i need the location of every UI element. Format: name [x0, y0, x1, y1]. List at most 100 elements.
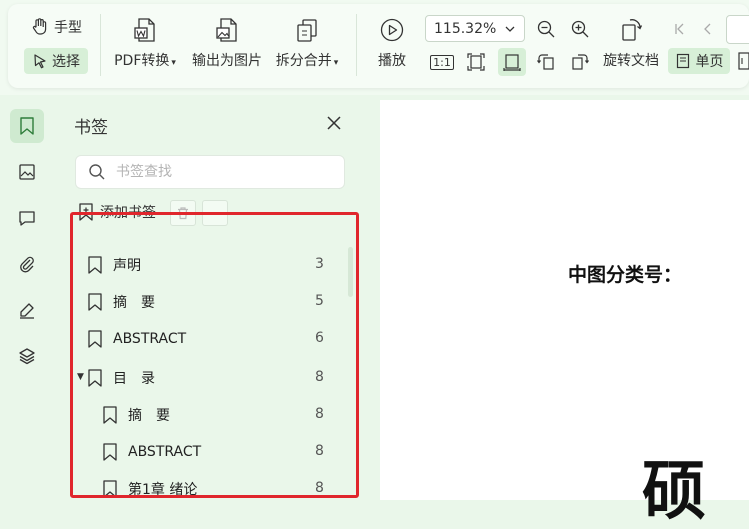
bookmark-icon — [88, 256, 102, 274]
bookmark-icon — [88, 293, 102, 311]
export-image-button[interactable]: 输出为图片 — [190, 14, 264, 70]
pdf-to-word-icon — [134, 18, 155, 42]
left-sidebar — [0, 95, 55, 500]
fit-width-icon — [503, 54, 521, 71]
document-title-char: 硕 — [642, 454, 706, 529]
image-export-icon — [216, 18, 237, 42]
layers-icon — [19, 348, 35, 365]
zoom-in-icon — [571, 20, 589, 38]
bookmark-page-number: 6 — [315, 330, 324, 346]
pdf-convert-button[interactable]: PDF转换 ▾ — [112, 14, 178, 70]
play-icon — [380, 18, 404, 42]
list-item[interactable]: ABSTRACT — [87, 327, 186, 351]
layers-panel-button[interactable] — [10, 339, 44, 373]
zoom-out-icon — [537, 20, 555, 38]
bookmark-panel-button[interactable] — [10, 109, 44, 143]
hand-tool-button[interactable]: 手型 — [30, 17, 82, 37]
add-bookmark-icon — [79, 203, 93, 221]
comment-panel-button[interactable] — [10, 201, 44, 235]
fit-page-button[interactable] — [462, 48, 490, 76]
bookmark-page-number: 5 — [315, 293, 324, 309]
bookmark-page-number: 8 — [315, 406, 324, 422]
list-item[interactable]: 摘 要 — [102, 403, 170, 427]
play-label: 播放 — [378, 53, 406, 69]
bookmark-icon — [88, 369, 102, 387]
bookmark-label: 摘 要 — [128, 408, 170, 424]
bookmark-label: ABSTRACT — [128, 444, 202, 460]
single-page-view-button[interactable]: 单页 — [668, 48, 730, 74]
list-item[interactable]: 目 录 — [87, 366, 155, 390]
pdf-convert-label: PDF转换 — [114, 53, 170, 69]
hand-tool-label: 手型 — [54, 20, 82, 36]
bookmark-option-button[interactable] — [202, 200, 228, 226]
fit-width-button[interactable] — [498, 48, 526, 76]
bookmark-search-box — [75, 155, 345, 189]
bookmark-label: 目 录 — [113, 371, 155, 387]
zoom-in-button[interactable] — [566, 15, 594, 43]
hand-icon — [32, 18, 47, 35]
actual-size-button[interactable]: 1:1 — [428, 48, 456, 76]
chevron-down-icon — [505, 26, 515, 32]
rotate-document-icon — [622, 19, 643, 41]
list-item[interactable]: ABSTRACT — [102, 440, 201, 464]
add-bookmark-label: 添加书签 — [100, 205, 156, 221]
first-page-icon — [675, 23, 684, 35]
chevron-left-icon — [704, 23, 711, 35]
toolbar-divider — [356, 14, 357, 76]
comment-icon — [19, 211, 35, 226]
bookmark-label: 摘 要 — [113, 295, 155, 311]
first-page-button[interactable] — [666, 15, 694, 43]
bookmark-icon — [88, 330, 102, 348]
thumbnail-icon — [19, 164, 35, 180]
rotate-right-button[interactable] — [566, 48, 594, 76]
rotate-left-button[interactable] — [532, 48, 560, 76]
search-icon — [89, 164, 105, 180]
bookmark-label: ABSTRACT — [113, 331, 187, 347]
bookmark-page-number: 3 — [315, 256, 324, 272]
bookmark-search-input[interactable] — [114, 163, 338, 181]
list-item[interactable]: 声明 — [87, 253, 141, 277]
thumbnail-panel-button[interactable] — [10, 155, 44, 189]
classification-number-label: 中图分类号： — [568, 264, 683, 286]
actual-size-label: 1:1 — [430, 54, 454, 70]
close-panel-button[interactable] — [324, 113, 344, 133]
zoom-select[interactable]: 115.32% — [425, 15, 525, 42]
rotate-right-icon — [572, 54, 589, 70]
trash-icon — [178, 207, 188, 220]
zoom-out-button[interactable] — [532, 15, 560, 43]
split-merge-button[interactable]: 拆分合并 ▾ — [274, 14, 340, 70]
bookmark-page-number: 8 — [315, 443, 324, 459]
toolbar: 手型 选择 PDF转换 ▾ 输出为图片 拆分合并 ▾ 播放 115.32% 旋转… — [0, 0, 749, 95]
previous-page-button[interactable] — [694, 15, 722, 43]
page-number-input[interactable] — [726, 15, 749, 44]
bookmark-icon — [20, 117, 34, 135]
select-tool-label: 选择 — [52, 54, 80, 70]
paperclip-icon — [20, 256, 34, 273]
list-item[interactable]: 第1章 绪论 — [102, 477, 197, 501]
dropdown-caret-icon: ▾ — [171, 58, 176, 68]
delete-bookmark-button[interactable] — [170, 200, 196, 226]
bookmark-icon — [103, 443, 117, 461]
attachment-panel-button[interactable] — [10, 247, 44, 281]
double-page-view-button[interactable] — [738, 52, 749, 74]
rotate-left-icon — [537, 54, 554, 70]
rotate-document-label: 旋转文档 — [603, 53, 659, 69]
list-item[interactable]: 摘 要 — [87, 290, 155, 314]
fit-page-icon — [467, 53, 485, 71]
bookmark-label: 第1章 绪论 — [128, 482, 198, 498]
signature-panel-button[interactable] — [10, 293, 44, 327]
cursor-arrow-icon — [34, 54, 46, 69]
split-merge-label: 拆分合并 — [275, 53, 332, 69]
split-merge-icon — [297, 19, 317, 42]
play-button[interactable]: 播放 — [370, 14, 414, 70]
bookmark-panel: 书签 添加书签 声明 3 摘 要 5 ABSTRACT 6 — [60, 95, 362, 500]
document-page: 中图分类号： 硕 — [380, 100, 749, 524]
rotate-document-button[interactable]: 旋转文档 — [600, 14, 662, 70]
bookmark-list-scrollbar[interactable] — [348, 247, 353, 297]
dropdown-caret-icon: ▾ — [333, 58, 339, 68]
add-bookmark-button[interactable]: 添加书签 — [78, 202, 156, 222]
pen-icon — [20, 303, 34, 319]
select-tool-button[interactable]: 选择 — [24, 48, 88, 74]
expand-toggle-icon[interactable]: ▼ — [77, 372, 84, 382]
single-page-icon — [676, 53, 689, 69]
